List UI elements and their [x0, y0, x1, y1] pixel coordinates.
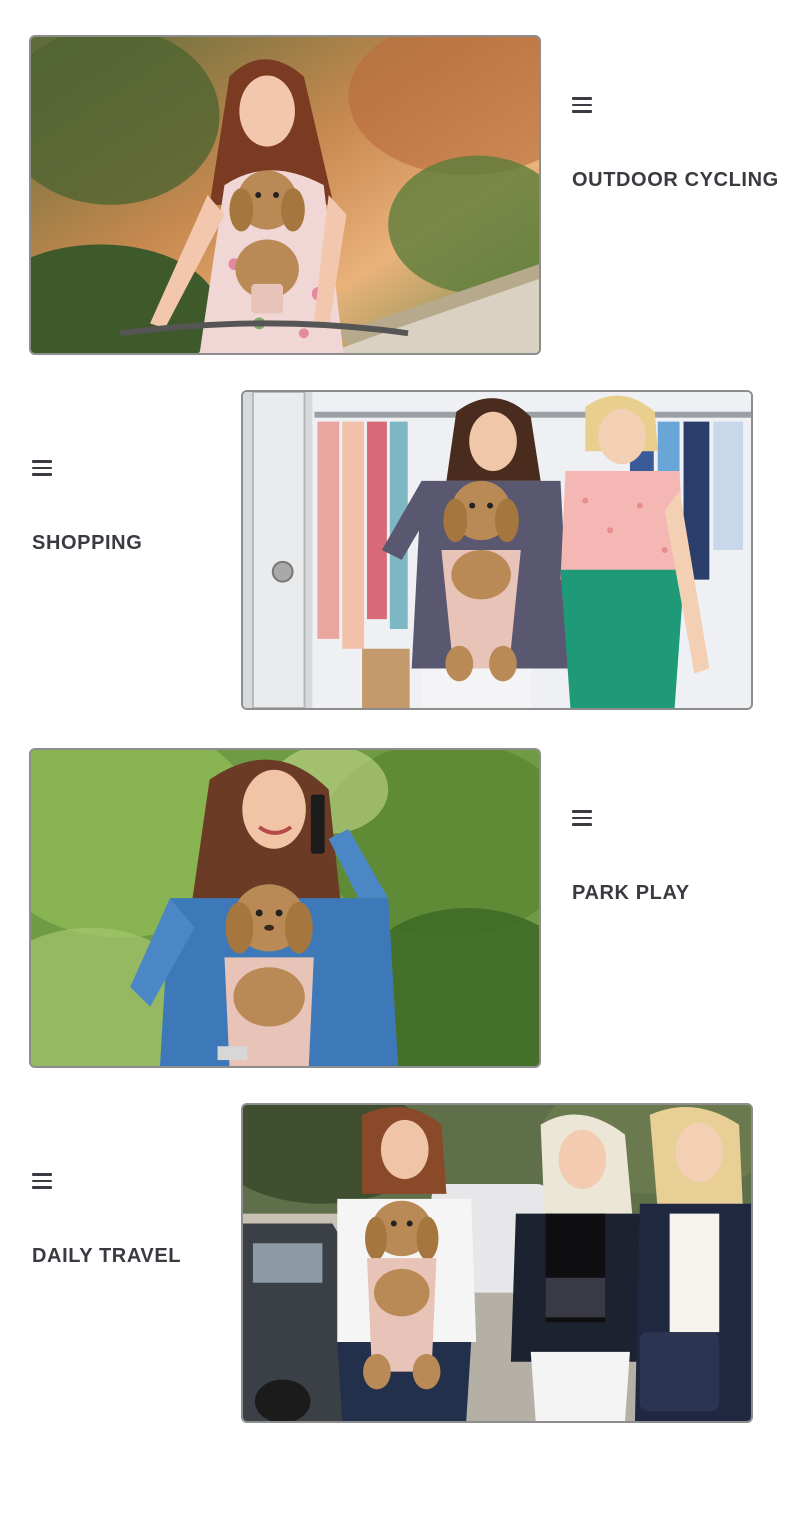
- section-label-daily-travel: DAILY TRAVEL: [32, 1245, 182, 1267]
- photo-daily-travel: [241, 1103, 753, 1423]
- photo-park-play: [29, 748, 541, 1068]
- section-shopping: SHOPPING: [32, 460, 142, 555]
- section-daily-travel: DAILY TRAVEL: [32, 1173, 181, 1268]
- menu-lines-icon: [572, 97, 592, 113]
- section-label-park-play: PARK PLAY: [572, 882, 690, 904]
- menu-lines-icon: [32, 460, 52, 476]
- photo-outdoor-cycling: [29, 35, 541, 355]
- section-label-outdoor-cycling: OUTDOOR CYCLING: [572, 169, 779, 191]
- section-label-shopping: SHOPPING: [32, 532, 143, 554]
- section-park-play: PARK PLAY: [572, 810, 690, 905]
- section-outdoor-cycling: OUTDOOR CYCLING: [572, 97, 779, 192]
- menu-lines-icon: [572, 810, 592, 826]
- photo-shopping: [241, 390, 753, 710]
- menu-lines-icon: [32, 1173, 52, 1189]
